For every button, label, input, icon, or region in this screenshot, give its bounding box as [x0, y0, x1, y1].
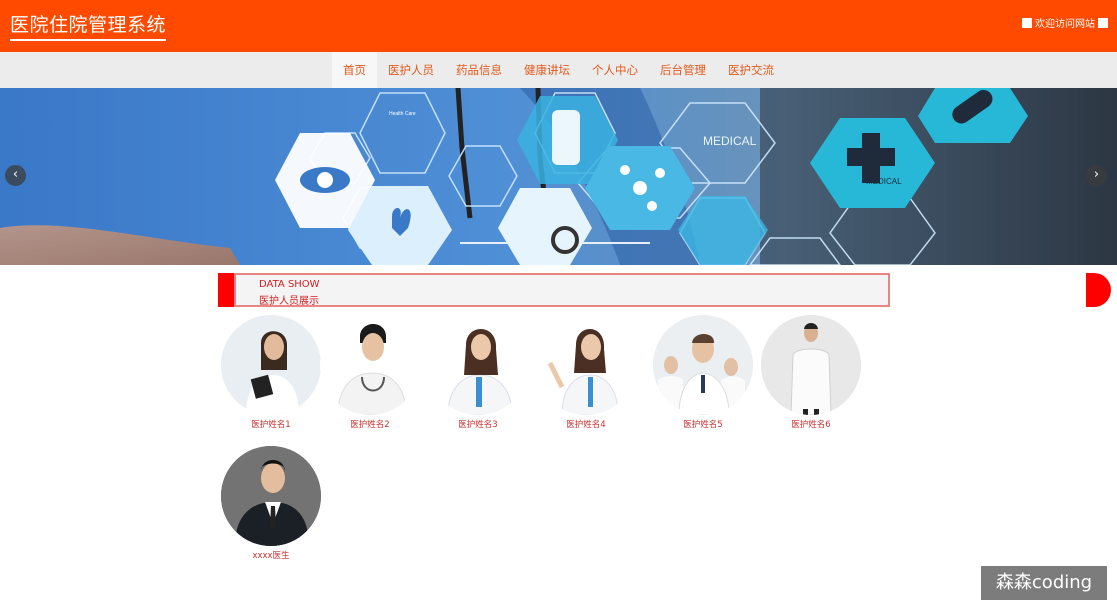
avatar [221, 446, 321, 546]
nav-item-medicine[interactable]: 药品信息 [445, 52, 513, 88]
nav-item-health-forum[interactable]: 健康讲坛 [513, 52, 581, 88]
square-icon [1098, 17, 1108, 28]
avatar [653, 315, 753, 415]
avatar [428, 315, 528, 415]
main-nav: 首页 医护人员 药品信息 健康讲坛 个人中心 后台管理 医护交流 [0, 52, 1117, 88]
site-title[interactable]: 医院住院管理系统 [10, 10, 167, 41]
staff-name: 医护姓名4 [566, 420, 606, 430]
chevron-right-icon: › [1093, 167, 1100, 182]
banner-text-health-care: Health Care [389, 111, 416, 117]
nav-item-admin[interactable]: 后台管理 [649, 52, 717, 88]
section-title-cn: 医护人员展示 [259, 296, 319, 307]
staff-card[interactable]: 医护姓名2 [318, 315, 422, 430]
staff-card[interactable]: 医护姓名5 [651, 315, 755, 430]
nav-item-exchange[interactable]: 医护交流 [717, 52, 785, 88]
staff-name: 医护姓名3 [458, 420, 498, 430]
watermark: 森森coding [981, 566, 1107, 600]
staff-card[interactable]: xxxx医生 [219, 446, 323, 561]
staff-card[interactable]: 医护姓名1 [219, 315, 323, 430]
section-accent-bar [218, 273, 234, 307]
banner-text-medical-1: MEDICAL [703, 134, 757, 148]
section-header: DATA SHOW 医护人员展示 [218, 273, 1111, 307]
staff-name: 医护姓名2 [350, 420, 390, 430]
avatar [761, 315, 861, 415]
welcome-link-label: 欢迎访问网站 [1035, 19, 1095, 30]
nav-item-staff[interactable]: 医护人员 [377, 52, 445, 88]
avatar [536, 315, 636, 415]
banner-carousel[interactable]: MEDICAL MEDICAL Health Care [0, 88, 1117, 265]
staff-name: xxxx医生 [252, 551, 290, 561]
square-icon [1022, 17, 1032, 28]
welcome-link[interactable]: 欢迎访问网站 [1022, 15, 1108, 30]
nav-item-home[interactable]: 首页 [332, 52, 377, 88]
carousel-prev-button[interactable]: ‹ [5, 165, 26, 186]
chevron-left-icon: ‹ [12, 167, 19, 182]
staff-name: 医护姓名5 [683, 420, 723, 430]
banner-image: MEDICAL MEDICAL Health Care [0, 88, 1117, 265]
staff-name: 医护姓名1 [251, 420, 291, 430]
banner-text-medical-2: MEDICAL [866, 177, 902, 186]
section-title-en: DATA SHOW [259, 279, 320, 290]
avatar [221, 315, 321, 415]
nav-item-profile[interactable]: 个人中心 [581, 52, 649, 88]
staff-name: 医护姓名6 [791, 420, 831, 430]
staff-card[interactable]: 医护姓名3 [426, 315, 530, 430]
section-end-cap [1086, 273, 1111, 307]
section-title-box: DATA SHOW 医护人员展示 [234, 273, 890, 307]
carousel-next-button[interactable]: › [1086, 165, 1107, 186]
staff-card[interactable]: 医护姓名6 [759, 315, 863, 430]
staff-card[interactable]: 医护姓名4 [534, 315, 638, 430]
header-bar: 医院住院管理系统 欢迎访问网站 [0, 0, 1117, 52]
avatar [320, 315, 420, 415]
